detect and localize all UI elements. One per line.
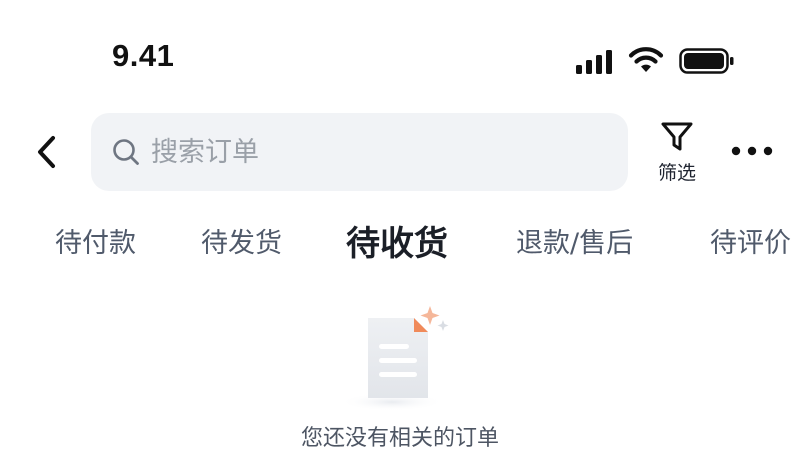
cellular-signal-icon [576, 50, 612, 74]
more-button[interactable] [727, 136, 777, 166]
tab-pending-review[interactable]: 待评价 [710, 212, 791, 276]
search-icon [113, 139, 139, 165]
tab-pending-shipment[interactable]: 待发货 [201, 212, 282, 276]
search-input[interactable] [149, 121, 628, 183]
empty-document-icon [340, 306, 449, 411]
order-status-tabs: 待付款 待发货 待收货 退款/售后 待评价 [0, 212, 800, 282]
tab-pending-receipt[interactable]: 待收货 [346, 212, 448, 276]
battery-icon [679, 48, 734, 74]
funnel-filter-icon [661, 122, 693, 151]
chevron-left-icon [38, 136, 55, 168]
back-button[interactable] [24, 130, 68, 174]
filter-label: 筛选 [657, 162, 696, 184]
search-box[interactable] [91, 113, 628, 191]
filter-button[interactable]: 筛选 [648, 118, 706, 192]
wifi-icon [628, 47, 664, 72]
tab-pending-payment[interactable]: 待付款 [55, 212, 136, 276]
status-time: 9.41 [112, 38, 175, 73]
tab-refund-after-sales[interactable]: 退款/售后 [516, 212, 633, 276]
more-dots-icon [731, 146, 773, 156]
empty-state-message: 您还没有相关的订单 [300, 426, 499, 451]
status-bar: 9.41 [0, 0, 800, 100]
